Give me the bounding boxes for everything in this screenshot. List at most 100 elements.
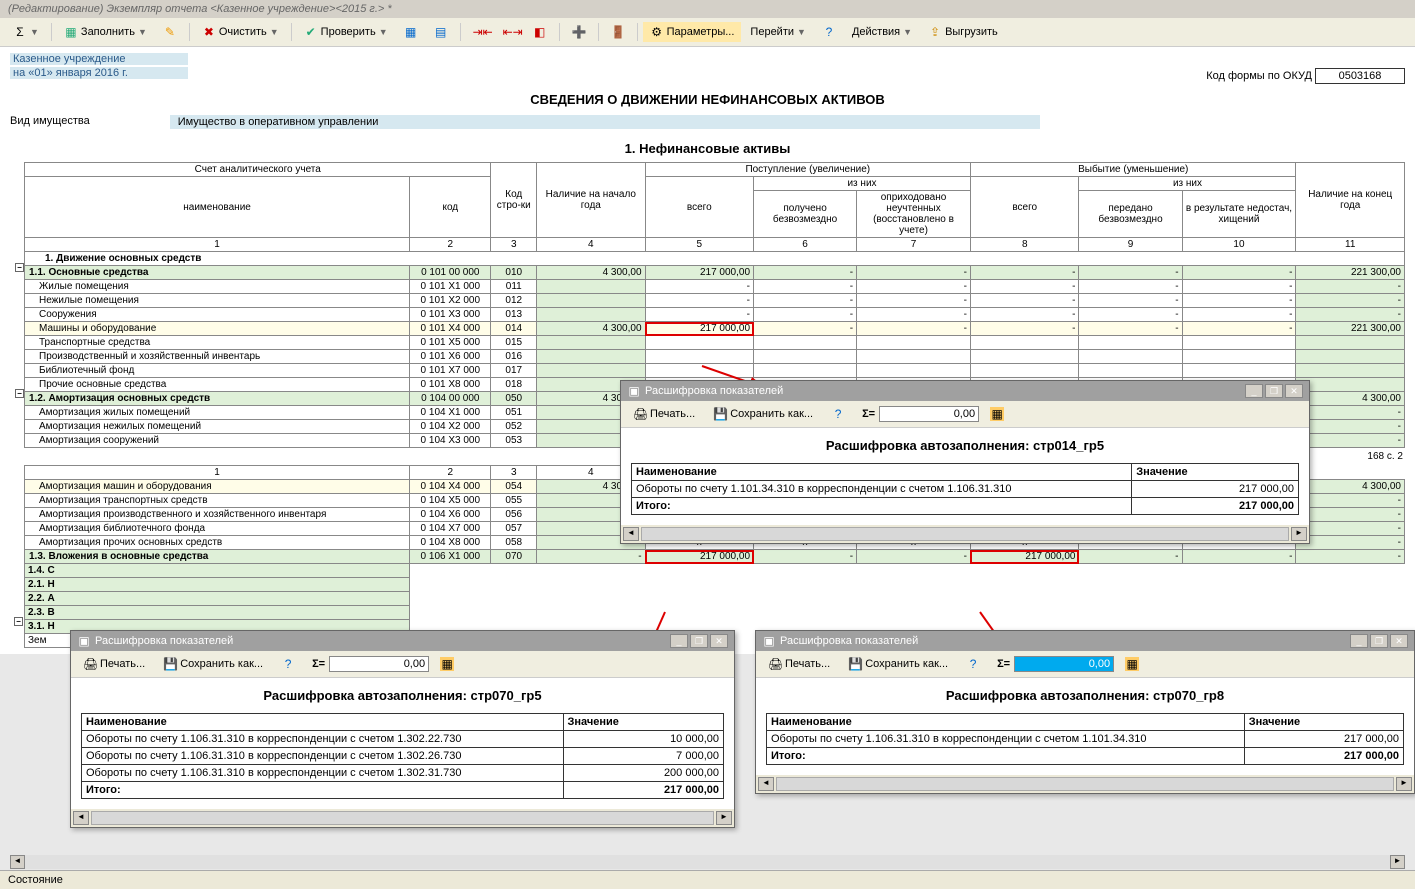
calculator-icon: ▦ <box>440 657 454 671</box>
table-row[interactable]: 2.3. В <box>25 606 1405 620</box>
restore-button[interactable]: ❐ <box>1265 384 1283 398</box>
calc-button[interactable]: ▦ <box>433 654 461 674</box>
main-horizontal-scrollbar[interactable]: ◄► <box>10 855 1405 869</box>
popup-scrollbar[interactable]: ◄► <box>621 525 1309 543</box>
help-button[interactable]: ? <box>959 654 987 674</box>
pencil-button[interactable]: ✎ <box>156 22 184 42</box>
collapse-in-button[interactable]: ⇥⇤ <box>466 22 494 42</box>
calc-button[interactable]: ▦ <box>983 404 1011 424</box>
print-button[interactable]: 🖨Печать... <box>626 404 702 424</box>
table-icon: ▤ <box>434 25 448 39</box>
col-inc-rest: оприходовано неучтенных (восстановлено в… <box>857 191 971 238</box>
table-row[interactable]: Транспортные средства0 101 X5 000015 <box>25 336 1405 350</box>
help-button[interactable]: ? <box>815 22 843 42</box>
popup-heading: Расшифровка автозаполнения: стр070_гр5 <box>81 688 724 703</box>
table-row[interactable]: 1.4. С <box>25 564 1405 578</box>
restore-button[interactable]: ❐ <box>1370 634 1388 648</box>
table-row[interactable]: Нежилые помещения0 101 X2 000012------- <box>25 294 1405 308</box>
restore-button[interactable]: ❐ <box>690 634 708 648</box>
close-button[interactable]: ✕ <box>1390 634 1408 648</box>
sigma-label: Σ= <box>862 408 875 420</box>
table-row[interactable]: Производственный и хозяйственный инвента… <box>25 350 1405 364</box>
sigma-dropdown-button[interactable]: Σ▼ <box>6 22 46 42</box>
popup-scrollbar[interactable]: ◄► <box>756 775 1414 793</box>
export-icon: ⇪ <box>928 25 942 39</box>
params-button[interactable]: ⚙Параметры... <box>643 22 742 42</box>
clear-button[interactable]: ✖Очистить▼ <box>195 22 286 42</box>
calc-button[interactable]: ▦ <box>1118 654 1146 674</box>
goto-button[interactable]: Перейти▼ <box>743 23 813 41</box>
org-name: Казенное учреждение <box>10 53 188 65</box>
detail-table: НаименованиеЗначение Обороты по счету 1.… <box>81 713 724 799</box>
tree-toggle[interactable]: − <box>14 617 23 626</box>
expand-out-icon: ⇤⇥ <box>503 25 517 39</box>
col-name: наименование <box>25 177 410 238</box>
sigma-input[interactable] <box>329 656 429 672</box>
table-row[interactable]: Сооружения0 101 X3 000013------- <box>25 308 1405 322</box>
minimize-button[interactable]: _ <box>1245 384 1263 398</box>
col-acc-group: Счет аналитического учета <box>25 163 491 177</box>
report-date: на «01» января 2016 г. <box>10 67 188 79</box>
fill-button[interactable]: ▦Заполнить▼ <box>57 22 154 42</box>
save-as-button[interactable]: 💾Сохранить как... <box>706 404 820 424</box>
window-icon: ▣ <box>627 384 641 398</box>
calculator-icon: ▦ <box>990 407 1004 421</box>
help-button[interactable]: ? <box>274 654 302 674</box>
main-toolbar: Σ▼ ▦Заполнить▼ ✎ ✖Очистить▼ ✔Проверить▼ … <box>0 18 1415 47</box>
sigma-input[interactable] <box>879 406 979 422</box>
tool-button-2[interactable]: ▤ <box>427 22 455 42</box>
col-code: код <box>410 177 491 238</box>
calculator-icon: ▦ <box>1125 657 1139 671</box>
table-row[interactable]: Библиотечный фонд0 101 X7 000017 <box>25 364 1405 378</box>
pencil-icon: ✎ <box>163 25 177 39</box>
close-button[interactable]: ✕ <box>1285 384 1303 398</box>
table-row[interactable]: 1.3. Вложения в основные средства0 106 X… <box>25 550 1405 564</box>
save-as-button[interactable]: 💾Сохранить как... <box>156 654 270 674</box>
popup-scrollbar[interactable]: ◄► <box>71 809 734 827</box>
close-button[interactable]: ✕ <box>710 634 728 648</box>
grid-icon: ▦ <box>404 25 418 39</box>
table-row[interactable]: −1.1. Основные средства0 101 00 0000104 … <box>25 266 1405 280</box>
tool-button-1[interactable]: ▦ <box>397 22 425 42</box>
add-button[interactable]: ➕ <box>565 22 593 42</box>
table-row[interactable]: 1. Движение основных средств <box>25 252 1405 266</box>
help-button[interactable]: ? <box>824 404 852 424</box>
red-tool-button[interactable]: ◧ <box>526 22 554 42</box>
print-button[interactable]: 🖨Печать... <box>761 654 837 674</box>
popup-detail-3[interactable]: ▣ Расшифровка показателей _ ❐ ✕ 🖨Печать.… <box>755 630 1415 794</box>
sigma-label: Σ= <box>312 658 325 670</box>
actions-button[interactable]: Действия▼ <box>845 23 919 41</box>
exit-button[interactable]: 🚪 <box>604 22 632 42</box>
print-button[interactable]: 🖨Печать... <box>76 654 152 674</box>
table-row[interactable]: Жилые помещения0 101 X1 000011------- <box>25 280 1405 294</box>
prop-type-value: Имущество в оперативном управлении <box>170 115 1040 129</box>
minimize-button[interactable]: _ <box>1350 634 1368 648</box>
sigma-label: Σ= <box>997 658 1010 670</box>
detail-row: Обороты по счету 1.101.34.310 в корреспо… <box>632 481 1299 498</box>
fill-icon: ▦ <box>64 25 78 39</box>
detail-row: Обороты по счету 1.106.31.310 в корреспо… <box>767 731 1404 748</box>
export-button[interactable]: ⇪Выгрузить <box>921 22 1005 42</box>
popup-detail-2[interactable]: ▣ Расшифровка показателей _ ❐ ✕ 🖨Печать.… <box>70 630 735 828</box>
tree-toggle[interactable]: − <box>15 389 24 398</box>
check-button[interactable]: ✔Проверить▼ <box>297 22 395 42</box>
table-row[interactable]: 2.2. А <box>25 592 1405 606</box>
window-icon: ▣ <box>77 634 91 648</box>
minimize-button[interactable]: _ <box>670 634 688 648</box>
tree-toggle[interactable]: − <box>15 263 24 272</box>
save-as-button[interactable]: 💾Сохранить как... <box>841 654 955 674</box>
popup-title-text: Расшифровка показателей <box>780 635 918 647</box>
expand-out-button[interactable]: ⇤⇥ <box>496 22 524 42</box>
help-icon: ? <box>831 407 845 421</box>
print-icon: 🖨 <box>83 657 97 671</box>
detail-row: Обороты по счету 1.106.31.310 в корреспо… <box>82 765 724 782</box>
col-inc-sub: из них <box>754 177 971 191</box>
check-icon: ✔ <box>304 25 318 39</box>
popup-detail-1[interactable]: ▣ Расшифровка показателей _ ❐ ✕ 🖨Печать.… <box>620 380 1310 544</box>
collapse-in-icon: ⇥⇤ <box>473 25 487 39</box>
sigma-input[interactable] <box>1014 656 1114 672</box>
okud-input[interactable] <box>1315 68 1405 84</box>
table-row[interactable]: 2.1. Н <box>25 578 1405 592</box>
detail-table: НаименованиеЗначение Обороты по счету 1.… <box>631 463 1299 515</box>
table-row[interactable]: Машины и оборудование0 101 X4 0000144 30… <box>25 322 1405 336</box>
